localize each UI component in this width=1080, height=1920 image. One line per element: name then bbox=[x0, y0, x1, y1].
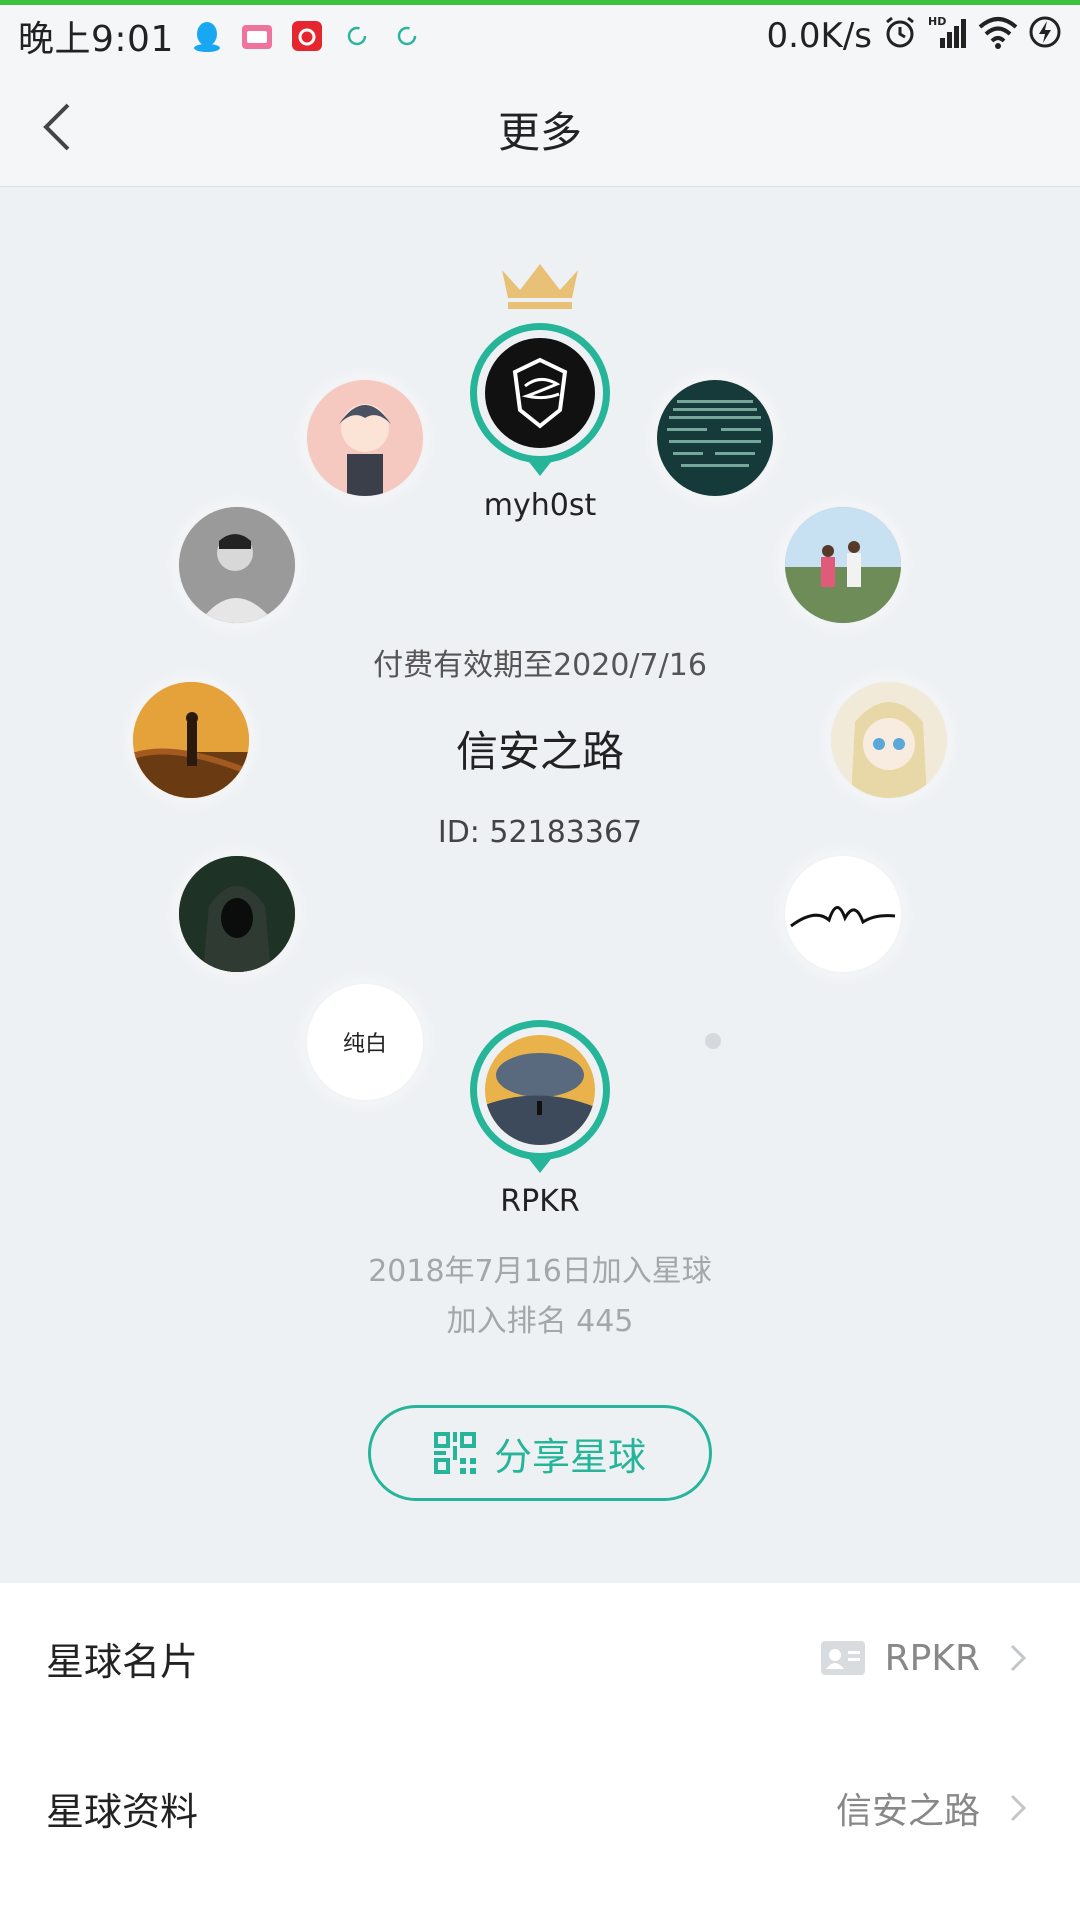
planet-id: ID: 52183367 bbox=[437, 815, 643, 850]
wifi-icon bbox=[978, 15, 1018, 58]
page-title: 更多 bbox=[497, 108, 582, 157]
qq-icon bbox=[190, 19, 224, 53]
alarm-icon bbox=[882, 14, 918, 59]
nav-bar: 更多 bbox=[0, 67, 1080, 187]
join-date-text: 2018年7月16日加入星球 bbox=[368, 1254, 712, 1289]
planet-panel: myh0st 纯白 付费有效期至2020/7/16 信安之路 ID: 52183… bbox=[0, 188, 1080, 1583]
member-avatar[interactable] bbox=[785, 856, 901, 972]
network-speed: 0.0K/s bbox=[766, 16, 872, 56]
member-name-chun-bai: 纯白 bbox=[342, 1032, 387, 1057]
planet-name: 信安之路 bbox=[455, 727, 624, 776]
join-rank-text: 加入排名 445 bbox=[446, 1304, 634, 1339]
member-avatar[interactable] bbox=[785, 507, 901, 623]
current-user-avatar[interactable] bbox=[470, 1020, 610, 1173]
status-bar: 晚上9:01 0.0K/s HD bbox=[0, 5, 1080, 67]
list-item-planet-card[interactable]: 星球名片 RPKR bbox=[0, 1583, 1080, 1733]
member-avatar[interactable] bbox=[657, 380, 773, 496]
page-indicator-dot bbox=[705, 1033, 721, 1049]
list-item-label: 星球资料 bbox=[46, 1789, 199, 1834]
list-item-value: 信安之路 bbox=[835, 1791, 980, 1832]
hd-signal-icon: HD bbox=[928, 14, 968, 59]
netease-music-icon bbox=[290, 19, 324, 53]
member-avatar[interactable] bbox=[179, 856, 295, 972]
owner-avatar[interactable] bbox=[470, 323, 610, 476]
bilibili-icon bbox=[240, 19, 274, 53]
charging-icon bbox=[1028, 15, 1062, 58]
chevron-right-icon bbox=[1010, 1794, 1027, 1822]
paid-until-text: 付费有效期至2020/7/16 bbox=[373, 648, 707, 683]
list-item-label: 星球名片 bbox=[46, 1639, 199, 1684]
member-avatar-chun-bai[interactable]: 纯白 bbox=[307, 984, 423, 1100]
share-button-label: 分享星球 bbox=[493, 1434, 646, 1479]
shield-logo-icon bbox=[512, 357, 568, 429]
list-item-value: RPKR bbox=[884, 1637, 980, 1679]
status-time: 晚上9:01 bbox=[18, 19, 174, 60]
crown-icon bbox=[498, 260, 582, 310]
share-planet-button[interactable]: 分享星球 bbox=[368, 1405, 712, 1501]
svg-text:HD: HD bbox=[928, 15, 946, 28]
sync-icon bbox=[340, 19, 374, 53]
member-avatar[interactable] bbox=[179, 507, 295, 623]
sync-icon bbox=[390, 19, 424, 53]
chevron-right-icon bbox=[1010, 1644, 1027, 1672]
id-card-icon bbox=[820, 1641, 865, 1675]
qr-code-icon bbox=[433, 1432, 476, 1474]
owner-name: myh0st bbox=[483, 488, 597, 523]
list-item-planet-info[interactable]: 星球资料 信安之路 bbox=[0, 1733, 1080, 1883]
member-avatar[interactable] bbox=[307, 380, 423, 496]
settings-list: 星球名片 RPKR 星球资料 信安之路 bbox=[0, 1583, 1080, 1920]
current-user-name: RPKR bbox=[500, 1184, 580, 1219]
